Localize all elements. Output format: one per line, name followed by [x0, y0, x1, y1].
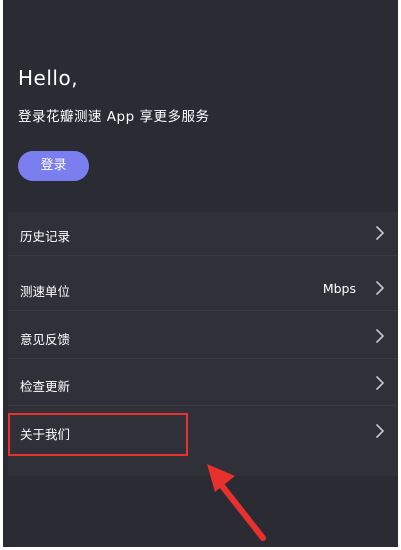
chevron-right-icon — [376, 226, 384, 240]
chevron-right-icon — [376, 281, 384, 295]
menu-item-history[interactable]: 历史记录 — [8, 212, 398, 256]
greeting-text: Hello, — [18, 66, 79, 90]
highlight-annotation-box — [8, 413, 188, 456]
menu-item-feedback[interactable]: 意见反馈 — [8, 315, 398, 359]
chevron-right-icon — [376, 376, 384, 390]
menu-item-label: 历史记录 — [20, 229, 71, 244]
chevron-right-icon — [376, 329, 384, 343]
menu-item-label: 意见反馈 — [20, 332, 71, 347]
chevron-right-icon — [376, 424, 384, 438]
profile-screen: Hello, 登录花瓣测速 App 享更多服务 登录 历史记录 测速单位 Mbp… — [3, 0, 398, 547]
login-button[interactable]: 登录 — [18, 151, 89, 181]
red-arrow-annotation — [207, 464, 266, 541]
speed-unit-value: Mbps — [322, 281, 356, 296]
menu-item-label: 测速单位 — [20, 284, 71, 299]
menu-item-speed-unit[interactable]: 测速单位 Mbps — [8, 267, 398, 311]
login-prompt-text: 登录花瓣测速 App 享更多服务 — [18, 109, 210, 125]
menu-item-label: 检查更新 — [20, 379, 71, 394]
menu-item-check-update[interactable]: 检查更新 — [8, 362, 398, 406]
